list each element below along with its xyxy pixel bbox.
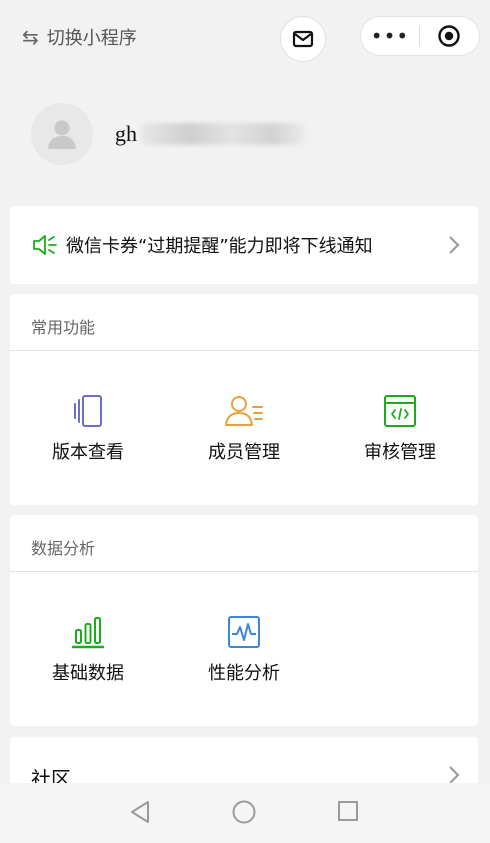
data-analysis-card: 数据分析 基础数据 性能分析 xyxy=(10,515,478,726)
user-icon xyxy=(48,120,76,149)
account-name: gh xyxy=(115,121,306,147)
blurred-name-region xyxy=(141,123,306,145)
func-members[interactable]: 成员管理 xyxy=(166,394,322,464)
members-icon xyxy=(166,394,322,430)
notice-card[interactable]: 微信卡券“过期提醒”能力即将下线通知 xyxy=(10,206,478,284)
switch-miniprogram-label: 切换小程序 xyxy=(46,28,137,49)
func-review[interactable]: 审核管理 xyxy=(322,394,478,464)
top-bar: ⇆ 切换小程序 ••• xyxy=(0,0,490,80)
func-label: 审核管理 xyxy=(364,442,436,463)
more-options-icon[interactable]: ••• xyxy=(361,24,419,48)
recents-square-icon[interactable] xyxy=(336,799,360,823)
speaker-icon xyxy=(32,234,60,256)
divider xyxy=(10,571,478,572)
common-functions-card: 常用功能 版本查看 成员管理 审核管理 xyxy=(10,294,478,505)
switch-miniprogram-button[interactable]: ⇆ 切换小程序 xyxy=(22,24,137,50)
system-nav-bar xyxy=(0,783,490,843)
bar-chart-icon xyxy=(10,615,166,651)
performance-icon xyxy=(166,615,322,651)
section-title: 常用功能 xyxy=(31,318,96,337)
capsule-menu: ••• xyxy=(360,16,480,56)
func-label: 成员管理 xyxy=(208,442,280,463)
chevron-right-icon xyxy=(449,236,460,254)
chevron-right-icon xyxy=(449,766,460,784)
func-performance[interactable]: 性能分析 xyxy=(166,615,322,685)
account-profile[interactable]: gh xyxy=(31,103,306,165)
func-basic-data[interactable]: 基础数据 xyxy=(10,615,166,685)
notice-text: 微信卡券“过期提醒”能力即将下线通知 xyxy=(66,236,373,257)
back-triangle-icon[interactable] xyxy=(128,799,152,825)
func-versions[interactable]: 版本查看 xyxy=(10,394,166,464)
review-code-icon xyxy=(322,394,478,430)
versions-icon xyxy=(10,394,166,430)
switch-icon: ⇆ xyxy=(22,25,39,49)
func-label: 性能分析 xyxy=(208,663,280,684)
func-label: 版本查看 xyxy=(52,442,124,463)
close-miniprogram-button[interactable] xyxy=(420,24,478,48)
target-icon xyxy=(438,25,460,47)
func-label: 基础数据 xyxy=(52,663,124,684)
message-button[interactable] xyxy=(280,16,326,62)
account-name-text: gh xyxy=(115,121,137,146)
home-circle-icon[interactable] xyxy=(231,799,257,825)
divider xyxy=(10,350,478,351)
section-title: 数据分析 xyxy=(31,539,96,558)
mail-icon xyxy=(292,30,314,48)
avatar xyxy=(31,103,93,165)
